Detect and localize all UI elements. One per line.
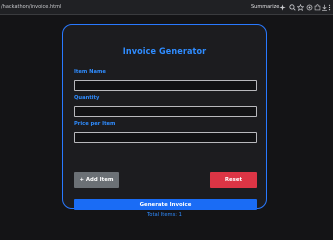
search-icon[interactable] [289,4,296,11]
reset-button[interactable]: Reset [210,172,257,188]
quantity-label: Quantity [74,95,100,101]
invoice-form-card: Invoice Generator Item Name Quantity Pri… [62,24,267,218]
add-item-button[interactable]: + Add Item [74,172,119,188]
address-bar-url[interactable]: /hackathon/invoice.html [1,3,61,11]
item-name-input[interactable] [74,80,257,91]
extensions-icon[interactable] [306,4,313,11]
puzzle-icon[interactable] [314,4,321,11]
item-name-label: Item Name [74,69,106,75]
sparkle-icon[interactable] [279,4,286,11]
menu-icon[interactable] [327,4,332,11]
form-title: Invoice Generator [122,47,207,57]
page-viewport: Invoice Generator Item Name Quantity Pri… [0,15,333,222]
price-per-item-label: Price per Item [74,121,116,127]
generate-invoice-button[interactable]: Generate Invoice [74,199,257,210]
price-per-item-input[interactable] [74,132,257,143]
quantity-input[interactable] [74,106,257,117]
browser-toolbar: /hackathon/invoice.html Summarize [0,0,333,15]
summarize-button[interactable]: Summarize [251,3,279,11]
total-items-count: Total Items: 1 [147,212,182,218]
star-icon[interactable] [297,4,304,11]
